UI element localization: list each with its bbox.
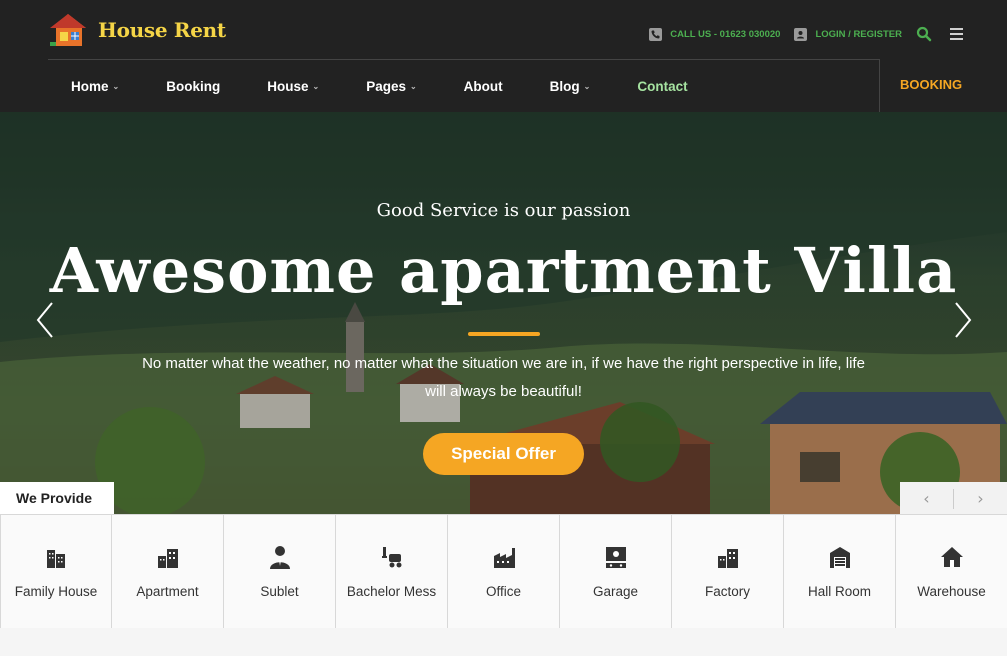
provide-card-apartment[interactable]: Apartment — [112, 515, 224, 628]
garage-icon — [605, 547, 626, 568]
login-register-link[interactable]: LOGIN / REGISTER — [794, 27, 902, 41]
booking-cta-link[interactable]: BOOKING — [900, 77, 962, 92]
provide-card-hall-room[interactable]: Hall Room — [784, 515, 896, 628]
hero-title: Awesome apartment Villa — [49, 234, 958, 307]
nav-item-booking[interactable]: Booking — [166, 79, 220, 94]
hamburger-menu-icon[interactable] — [950, 28, 963, 40]
login-register-text: LOGIN / REGISTER — [815, 28, 902, 40]
provide-card-list: Family House Apartment Sublet Bachelor M… — [0, 514, 1007, 628]
provide-card-family-house[interactable]: Family House — [0, 515, 112, 628]
chevron-down-icon: ⌄ — [409, 81, 417, 91]
chevron-down-icon: ⌄ — [312, 81, 320, 91]
warehouse-icon — [940, 547, 963, 567]
provide-card-label: Family House — [14, 584, 98, 599]
nav-vertical-divider — [879, 60, 880, 112]
hero-description-line: will always be beautiful! — [425, 383, 582, 400]
provide-card-bachelor-mess[interactable]: Bachelor Mess — [336, 515, 448, 628]
provide-pager: ‹ › — [900, 482, 1007, 515]
provide-card-label: Apartment — [136, 584, 199, 599]
contact-card-icon — [794, 27, 808, 41]
nav-item-label: House — [267, 78, 309, 94]
provide-card-label: Office — [485, 584, 521, 599]
chevron-down-icon: ⌄ — [583, 81, 591, 91]
special-offer-button[interactable]: Special Offer — [423, 433, 584, 475]
nav-item-label: About — [463, 78, 503, 94]
nav-item-contact[interactable]: Contact — [637, 79, 687, 94]
site-header: House Rent CALL US - 01623 030020 LOGIN … — [0, 0, 1007, 112]
nav-item-label: Blog — [549, 78, 580, 94]
nav-item-about[interactable]: About — [464, 79, 503, 94]
main-nav: Home ⌄ Booking House ⌄ Pages ⌄ About Blog ⌄ … — [48, 60, 712, 112]
call-us-link[interactable]: CALL US - 01623 030020 — [649, 27, 781, 41]
hall-room-icon — [829, 547, 850, 568]
nav-item-home[interactable]: Home ⌄ — [71, 79, 119, 94]
hero-description: No matter what the weather, no matter wh… — [100, 350, 907, 406]
office-icon — [493, 548, 515, 568]
provide-card-label: Factory — [704, 584, 750, 599]
search-icon[interactable] — [916, 26, 932, 42]
provide-card-factory[interactable]: Factory — [672, 515, 784, 628]
nav-item-blog[interactable]: Blog ⌄ — [550, 79, 591, 94]
provide-card-office[interactable]: Office — [448, 515, 560, 628]
brand-name: House Rent — [98, 18, 226, 42]
nav-item-label: Pages — [366, 78, 406, 94]
apartment-icon — [157, 549, 178, 568]
provide-card-label: Hall Room — [807, 584, 872, 599]
we-provide-heading: We Provide — [0, 482, 114, 515]
chevron-right-icon: › — [977, 489, 984, 508]
building-icon — [47, 550, 65, 568]
top-info-bar: CALL US - 01623 030020 LOGIN / REGISTER — [635, 26, 963, 42]
provide-card-label: Garage — [592, 584, 639, 599]
provide-card-warehouse[interactable]: Warehouse — [896, 515, 1007, 628]
nav-item-label: Contact — [637, 78, 688, 94]
provide-prev-button[interactable]: ‹ — [900, 482, 953, 515]
hero-subtitle: Good Service is our passion — [376, 200, 631, 221]
provide-card-sublet[interactable]: Sublet — [224, 515, 336, 628]
phone-icon — [649, 27, 663, 41]
nav-item-house[interactable]: House ⌄ — [267, 79, 319, 94]
nav-item-label: Home — [71, 78, 109, 94]
nav-item-label: Booking — [166, 78, 221, 94]
provide-card-label: Sublet — [260, 584, 299, 599]
hero-description-line: No matter what the weather, no matter wh… — [142, 355, 865, 372]
provide-card-label: Bachelor Mess — [346, 584, 437, 599]
call-us-text: CALL US - 01623 030020 — [670, 28, 781, 40]
bachelor-icon — [381, 547, 401, 568]
hero-title-underline — [468, 332, 540, 336]
chevron-left-icon: ‹ — [923, 489, 930, 508]
nav-item-pages[interactable]: Pages ⌄ — [366, 79, 416, 94]
person-icon — [269, 546, 290, 569]
factory-icon — [717, 549, 738, 568]
chevron-down-icon: ⌄ — [112, 81, 120, 91]
provide-card-label: Warehouse — [917, 584, 986, 599]
provide-next-button[interactable]: › — [954, 482, 1007, 515]
logo[interactable]: House Rent — [48, 12, 226, 48]
hero-slider: Good Service is our passion Awesome apar… — [0, 112, 1007, 515]
provide-card-garage[interactable]: Garage — [560, 515, 672, 628]
house-logo-icon — [48, 12, 88, 48]
